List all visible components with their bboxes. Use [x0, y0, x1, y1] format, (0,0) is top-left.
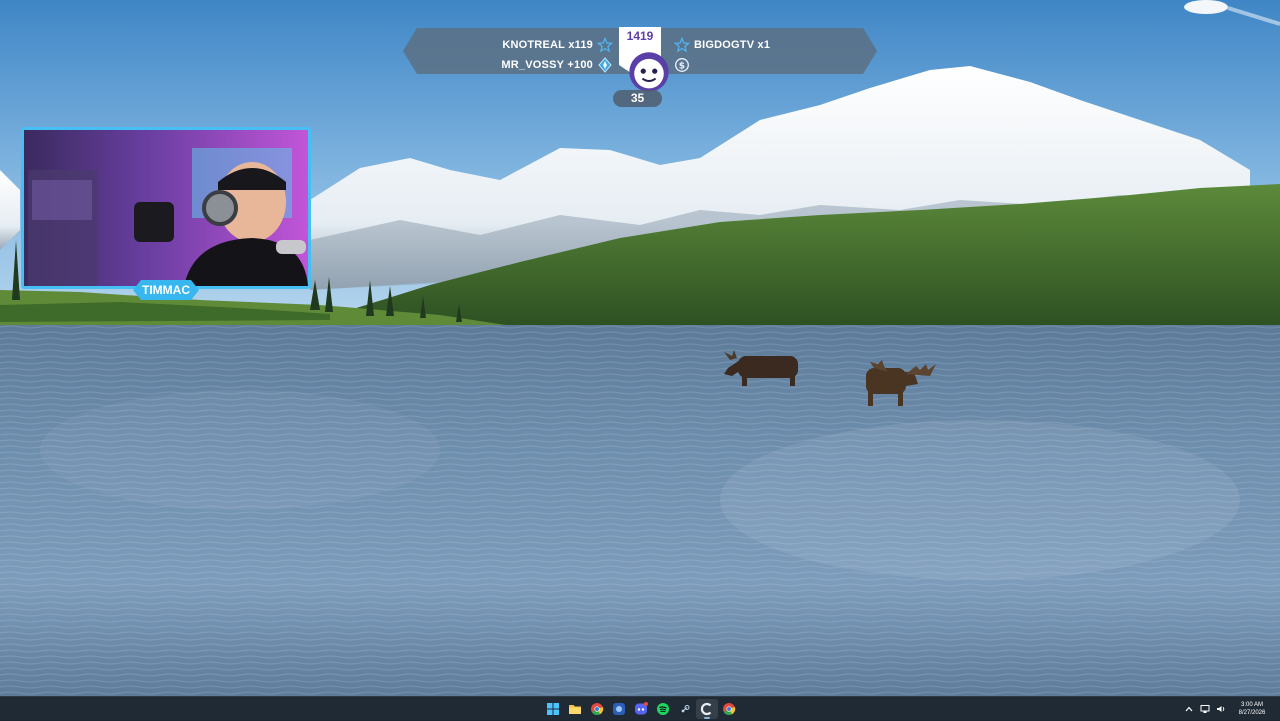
discord-icon [634, 702, 648, 716]
taskbar-discord[interactable] [630, 699, 652, 719]
alert-entry: KNOTREAL x119 [501, 35, 617, 55]
app-icon [612, 702, 626, 716]
network-icon[interactable] [1198, 702, 1212, 716]
windows-logo-icon [546, 702, 560, 716]
taskbar-app-list [542, 699, 740, 719]
alert-entry: BIGDOGTV x1 [670, 35, 770, 55]
chrome-icon [590, 702, 604, 716]
stream-alert-widget: KNOTREAL x119 MR_VOSSY +100 1419 BIGDOGT… [403, 26, 877, 92]
center-count: 1419 [626, 29, 654, 43]
alert-entry-amount: +100 [567, 59, 593, 71]
alert-left-list: KNOTREAL x119 MR_VOSSY +100 [501, 35, 617, 75]
taskbar-app-blue[interactable] [608, 699, 630, 719]
clock-date: 8/27/2026 [1238, 710, 1266, 716]
alert-entry-name: MR_VOSSY [501, 59, 565, 71]
center-badge: 1419 [617, 25, 669, 92]
alert-entry-amount: x1 [757, 39, 771, 51]
webcam-frame [21, 127, 311, 289]
spotify-icon [656, 702, 670, 716]
tray-overflow-chevron-icon[interactable] [1182, 702, 1196, 716]
mascot-face-icon [626, 44, 669, 92]
alert-entry: $ [670, 55, 770, 75]
windows-taskbar: 3:00 AM 8/27/2026 [0, 696, 1280, 720]
webcam-feed [24, 130, 308, 286]
dollar-icon: $ [674, 57, 690, 73]
taskbar-app-c[interactable] [696, 699, 718, 719]
diamond-icon [597, 57, 613, 73]
svg-text:$: $ [679, 62, 685, 72]
taskbar-chrome[interactable] [586, 699, 608, 719]
c-app-icon [700, 702, 714, 716]
taskbar-steam[interactable] [674, 699, 696, 719]
clock-time: 3:00 AM [1240, 702, 1263, 708]
start-button[interactable] [542, 699, 564, 719]
volume-icon[interactable] [1214, 702, 1228, 716]
steam-icon [678, 702, 692, 716]
sub-count-pill: 35 [613, 90, 662, 107]
system-tray: 3:00 AM 8/27/2026 [1182, 697, 1280, 721]
alert-entry-name: KNOTREAL [502, 39, 566, 51]
star-outline-icon [674, 37, 690, 53]
alert-right-list: BIGDOGTV x1 $ [670, 35, 770, 75]
alert-entry: MR_VOSSY +100 [501, 55, 617, 75]
folder-icon [568, 702, 582, 716]
star-outline-icon [597, 37, 613, 53]
streamer-name-badge: TIMMAC [133, 280, 199, 300]
taskbar-clock[interactable]: 3:00 AM 8/27/2026 [1230, 701, 1274, 717]
taskbar-spotify[interactable] [652, 699, 674, 719]
alert-entry-amount: x119 [568, 39, 593, 51]
taskbar-file-explorer[interactable] [564, 699, 586, 719]
alert-entry-name: BIGDOGTV [694, 39, 755, 51]
taskbar-chrome-2[interactable] [718, 699, 740, 719]
chrome-icon [722, 702, 736, 716]
